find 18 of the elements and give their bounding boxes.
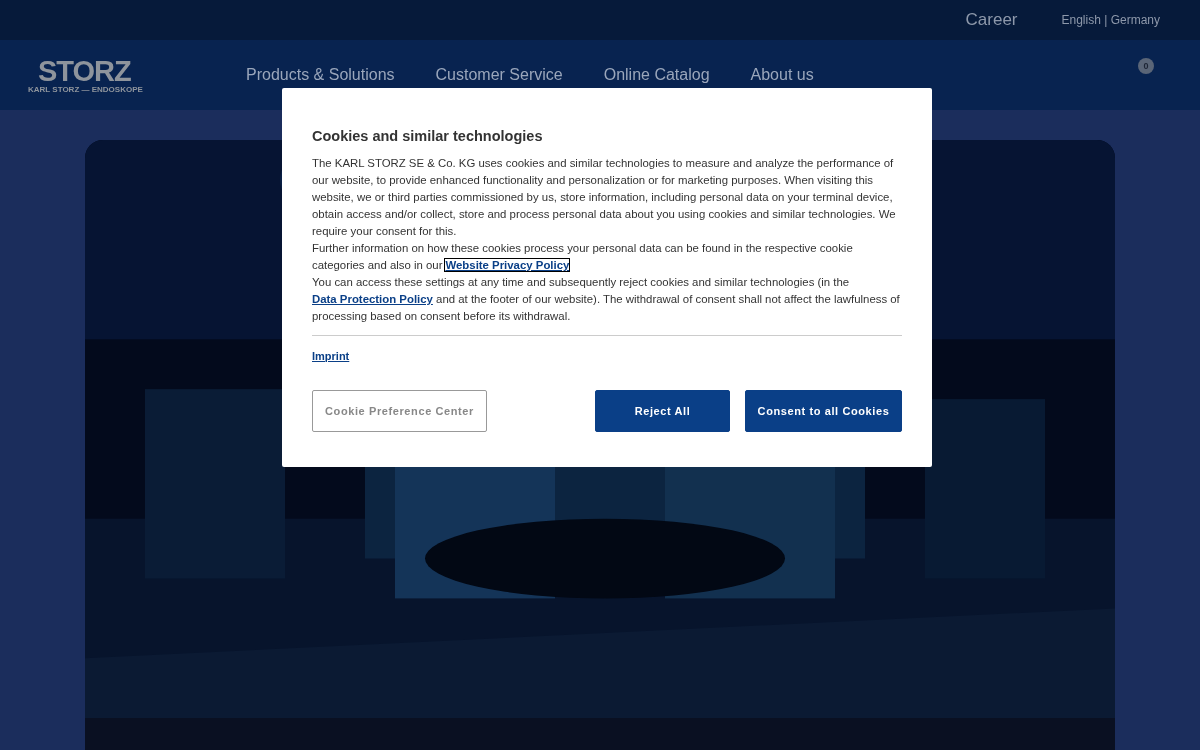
dialog-paragraph: You can access these settings at any time and subsequently reject cookies and similar technologies (in the Data Protection Policy and at the footer of our website). The withdrawal of consent shall not affect the lawfulness of processing based on consent before its withdrawal. — [312, 275, 901, 324]
logo-wordmark[interactable]: STORZ — [38, 56, 131, 85]
nav-link[interactable]: Products & Solutions — [246, 64, 395, 84]
dialog-paragraph: Further information on how these cookies process your personal data can be found in the respective cookie categories and also in our Website Privacy Policy — [312, 241, 854, 273]
top-link[interactable]: English | Germany — [1061, 13, 1160, 27]
dialog-paragraph: The KARL STORZ SE & Co. KG uses cookies and similar technologies to measure and analyze the performance of our website, to provide enhanced functionality and personalization or for marketing purposes. When visiting this website, we or third parties commissioned by us, store information, including personal data on your terminal device, obtain access and/or collect, store and process personal data about you using cookies and similar technologies. We require your consent for this. — [312, 156, 897, 239]
logo-tagline: KARL STORZ — ENDOSKOPE — [28, 84, 143, 94]
policy-link[interactable]: Website Privacy Policy — [445, 259, 570, 271]
top-link[interactable]: Career — [965, 10, 1018, 30]
nav-link[interactable]: About us — [750, 64, 814, 84]
dialog-title: Cookies and similar technologies — [312, 128, 544, 144]
policy-link[interactable]: Data Protection Policy — [312, 293, 433, 305]
nav-link[interactable]: Customer Service — [435, 64, 563, 84]
dialog-button[interactable]: Consent to all Cookies — [745, 390, 902, 432]
dialog-button[interactable]: Reject All — [595, 390, 730, 432]
nav-link[interactable]: Online Catalog — [603, 64, 710, 84]
imprint-link[interactable]: Imprint — [312, 350, 350, 362]
dialog-button[interactable]: Cookie Preference Center — [312, 390, 487, 432]
